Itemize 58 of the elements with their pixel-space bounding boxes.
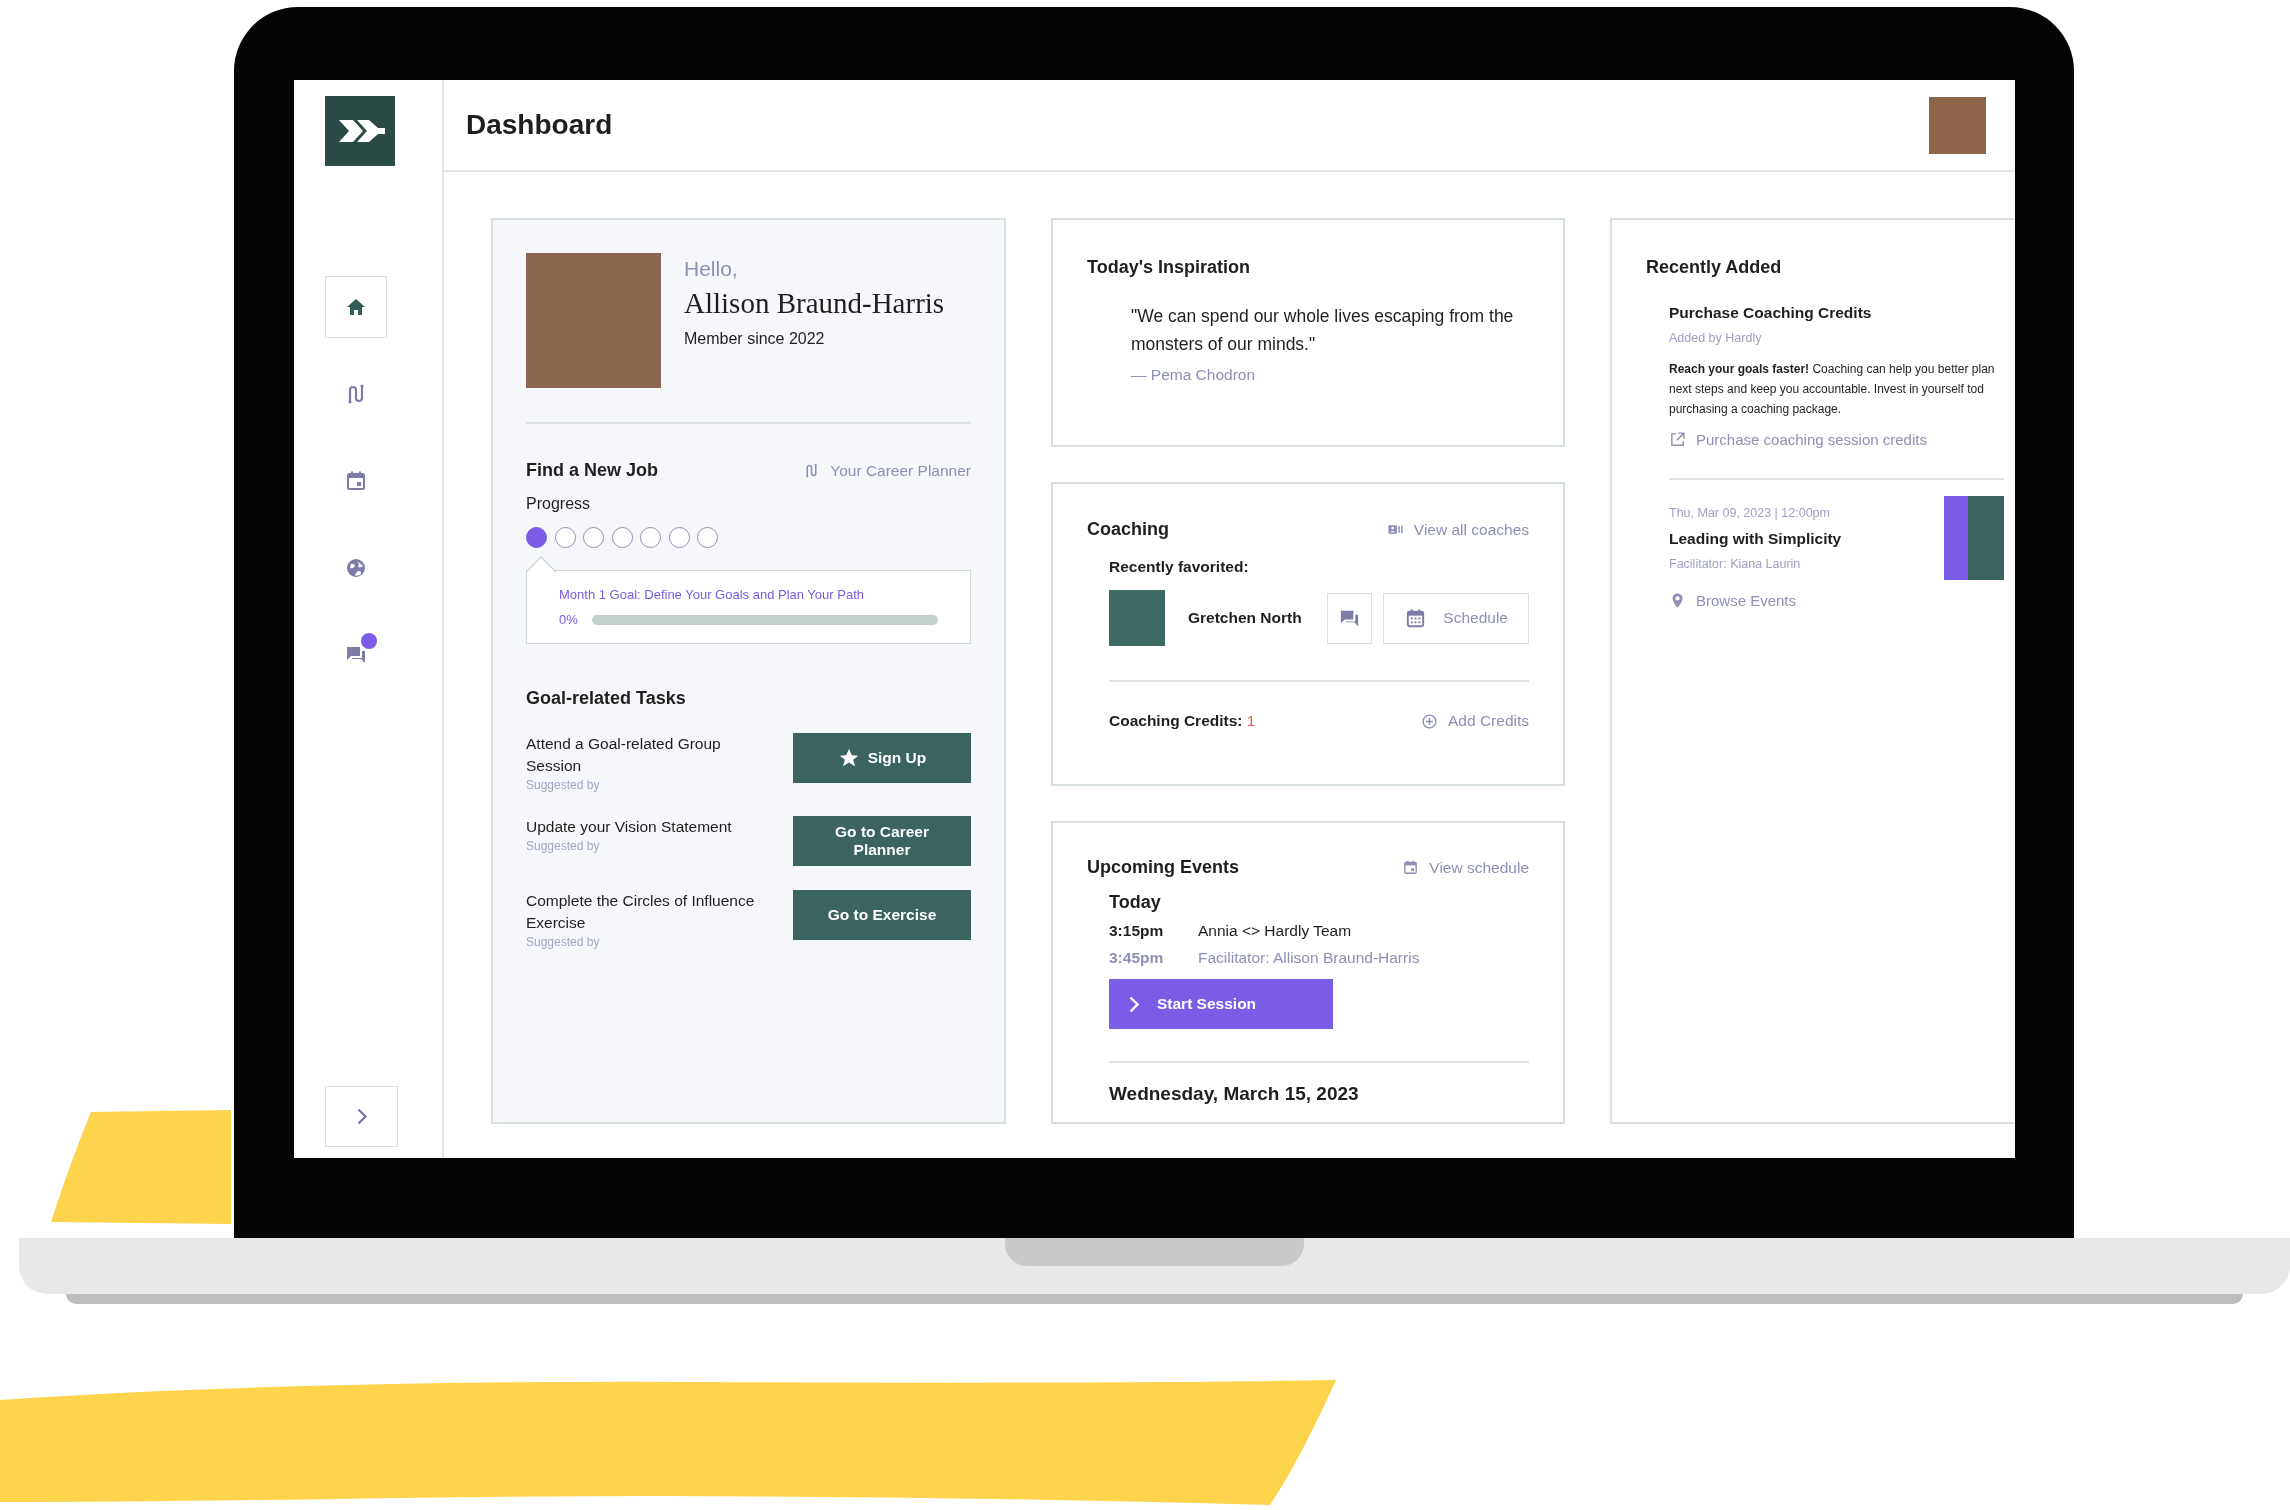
event-title: Annia <> Hardly Team <box>1198 922 1352 940</box>
schedule-button[interactable]: Schedule <box>1383 592 1529 644</box>
view-all-coaches-link[interactable]: View all coaches <box>1386 520 1529 539</box>
coaching-credits-text: Coaching Credits: 1 <box>1109 712 1256 730</box>
month-goal-text: Month 1 Goal: Define Your Goals and Plan Your Path <box>559 587 865 602</box>
event-date: Thu, Mar 09, 2023 | 12:00pm <box>1669 506 1831 520</box>
card-title: Recently Added <box>1646 257 1783 278</box>
task-button[interactable]: Sign Up <box>793 733 971 783</box>
suggested-by-text: Suggested by <box>526 935 601 949</box>
facilitator-text: Facilitator: Allison Braund-Harris <box>1198 949 1420 967</box>
page-title: Dashboard <box>466 109 613 141</box>
globe-icon <box>344 556 368 580</box>
task-title: Complete the Circles of Influence Exercise <box>526 891 756 933</box>
career-planner-link[interactable]: Your Career Planner <box>803 461 971 480</box>
suggested-by-text: Suggested by <box>526 839 601 853</box>
progress-label: Progress <box>526 495 592 513</box>
chevron-right-icon <box>356 1108 367 1125</box>
browse-events-link[interactable]: Browse Events <box>1669 592 2004 609</box>
card-title: Coaching <box>1087 519 1169 540</box>
user-name: Allison Braund-Harris <box>684 287 945 320</box>
end-time: 3:45pm <box>1109 949 1165 967</box>
purchase-credits-link[interactable]: Purchase coaching session credits <box>1669 431 2004 448</box>
added-by-text: Added by Hardly <box>1669 331 1763 345</box>
task-title: Update your Vision Statement <box>526 817 733 837</box>
recently-favorited-label: Recently favorited: <box>1109 558 1250 576</box>
app-logo[interactable] <box>325 96 395 166</box>
quote-author: — Pema Chodron <box>1131 366 1257 384</box>
task-button[interactable]: Go to Career Planner <box>793 816 971 866</box>
section-title: Goal-related Tasks <box>526 688 687 709</box>
item-title: Leading with Simplicity <box>1669 530 1842 548</box>
coach-photo-placeholder <box>1109 590 1165 646</box>
plus-circle-icon <box>1421 712 1438 730</box>
greeting-text: Hello, <box>684 257 739 281</box>
start-time: 3:15pm <box>1109 922 1165 940</box>
day-heading: Today <box>1109 892 1162 913</box>
add-credits-link[interactable]: Add Credits <box>1421 712 1529 730</box>
chevron-right-icon <box>1129 995 1139 1013</box>
external-link-icon <box>1669 431 1686 448</box>
card-title: Upcoming Events <box>1087 857 1240 878</box>
goal-title: Find a New Job <box>526 460 658 481</box>
message-button[interactable] <box>1327 592 1373 644</box>
card-title: Today's Inspiration <box>1087 257 1251 278</box>
calendar-icon <box>1402 859 1420 876</box>
day-heading: Wednesday, March 15, 2023 <box>1109 1083 1360 1105</box>
percent-text: 0% <box>559 612 578 627</box>
task-button[interactable]: Go to Exercise <box>793 890 971 940</box>
member-since-text: Member since 2022 <box>684 330 826 348</box>
sidebar-nav-item[interactable] <box>325 276 387 338</box>
view-schedule-link[interactable]: View schedule <box>1402 858 1529 877</box>
task-title: Attend a Goal-related Group Session <box>526 734 722 776</box>
coach-name: Gretchen North <box>1188 609 1303 627</box>
quote-text: "We can spend our whole lives escaping from the monsters of our minds." <box>1131 305 1515 356</box>
start-session-button[interactable]: Start Session <box>1109 979 1333 1029</box>
description-text: Reach your goals faster! Coaching can help you better plan next steps and keep you accountable. Invest in yourself tod purchasing a coaching package. <box>1669 361 1996 418</box>
facilitator-text: Facilitator: Kiana Laurin <box>1669 557 1802 571</box>
calendar-icon <box>344 469 368 493</box>
suggested-by-text: Suggested by <box>526 778 601 792</box>
item-title: Purchase Coaching Credits <box>1669 304 1873 322</box>
